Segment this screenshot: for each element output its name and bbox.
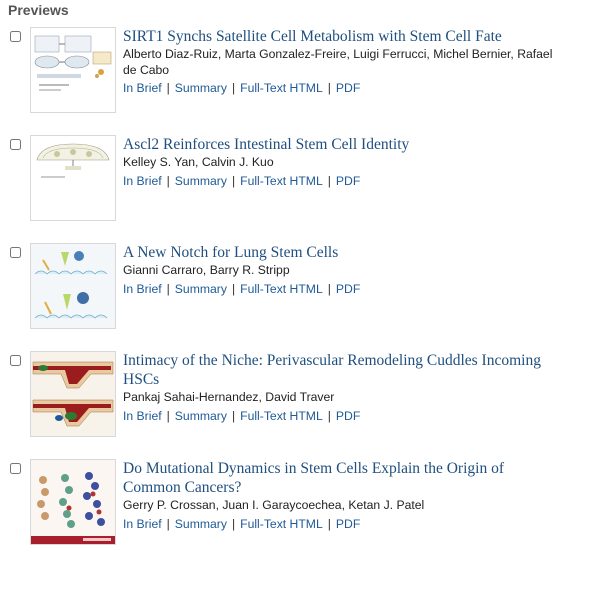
article-select-checkbox[interactable] [10,463,21,474]
pdf-link[interactable]: PDF [336,409,360,423]
link-separator: | [327,81,331,95]
article-authors: Alberto Diaz-Ruiz, Marta Gonzalez-Freire… [123,47,553,77]
link-separator: | [327,173,331,188]
link-separator: | [327,281,331,296]
in-brief-link[interactable]: In Brief [123,282,162,296]
section-title: Previews [8,2,69,18]
full-text-html-link[interactable]: Full-Text HTML [240,282,323,296]
link-separator: | [231,81,236,95]
pdf-link[interactable]: PDF [336,282,360,296]
diagram-thumbnail-image [36,143,110,178]
article-select-checkbox[interactable] [10,355,21,366]
article-links: In Brief | Summary | Full-Text HTML | PDF [123,174,563,189]
article-thumbnail[interactable] [30,243,116,329]
summary-link[interactable]: Summary [175,174,227,188]
article-thumbnail[interactable] [30,27,116,113]
article-authors: Gerry P. Crossan, Juan I. Garaycoechea, … [123,498,425,512]
full-text-html-link[interactable]: Full-Text HTML [240,409,323,423]
article-authors: Pankaj Sahai-Hernandez, David Traver [123,390,335,404]
in-brief-link[interactable]: In Brief [123,517,162,531]
diagram-thumbnail-image [31,352,115,436]
article-thumbnail[interactable] [30,459,116,545]
link-separator: | [166,173,170,188]
link-separator: | [231,281,236,296]
link-separator: | [327,516,331,531]
pdf-link[interactable]: PDF [336,174,360,188]
full-text-html-link[interactable]: Full-Text HTML [240,517,323,531]
article-thumbnail[interactable] [30,135,116,221]
article-title-link[interactable]: Intimacy of the Niche: Perivascular Remo… [123,351,563,389]
article-authors: Gianni Carraro, Barry R. Stripp [123,263,290,277]
in-brief-link[interactable]: In Brief [123,409,162,423]
pdf-link[interactable]: PDF [336,517,360,531]
summary-link[interactable]: Summary [175,282,227,296]
link-separator: | [166,516,170,531]
diagram-thumbnail-image [31,460,115,544]
link-separator: | [327,408,331,423]
article-title-link[interactable]: A New Notch for Lung Stem Cells [123,243,563,262]
article-select-checkbox[interactable] [10,139,21,150]
link-separator: | [231,173,236,188]
summary-link[interactable]: Summary [175,517,227,531]
article-select-checkbox[interactable] [10,31,21,42]
article-links: In Brief | Summary | Full-Text HTML | PDF [123,517,563,532]
link-separator: | [166,81,170,95]
article-thumbnail[interactable] [30,351,116,437]
article-title-link[interactable]: Do Mutational Dynamics in Stem Cells Exp… [123,459,563,497]
full-text-html-link[interactable]: Full-Text HTML [240,81,323,95]
full-text-html-link[interactable]: Full-Text HTML [240,174,323,188]
article-links: In Brief | Summary | Full-Text HTML | PDF [123,81,563,96]
article-links: In Brief | Summary | Full-Text HTML | PDF [123,409,563,424]
diagram-thumbnail-image [34,35,112,91]
summary-link[interactable]: Summary [175,409,227,423]
link-separator: | [166,408,170,423]
link-separator: | [231,408,236,423]
article-authors: Kelley S. Yan, Calvin J. Kuo [123,155,274,169]
article-links: In Brief | Summary | Full-Text HTML | PDF [123,282,563,297]
pdf-link[interactable]: PDF [336,81,360,95]
link-separator: | [166,281,170,296]
diagram-thumbnail-image [31,244,115,328]
article-title-link[interactable]: SIRT1 Synchs Satellite Cell Metabolism w… [123,27,563,46]
link-separator: | [231,516,236,531]
article-select-checkbox[interactable] [10,247,21,258]
article-title-link[interactable]: Ascl2 Reinforces Intestinal Stem Cell Id… [123,135,563,154]
in-brief-link[interactable]: In Brief [123,81,162,95]
in-brief-link[interactable]: In Brief [123,174,162,188]
summary-link[interactable]: Summary [175,81,227,95]
